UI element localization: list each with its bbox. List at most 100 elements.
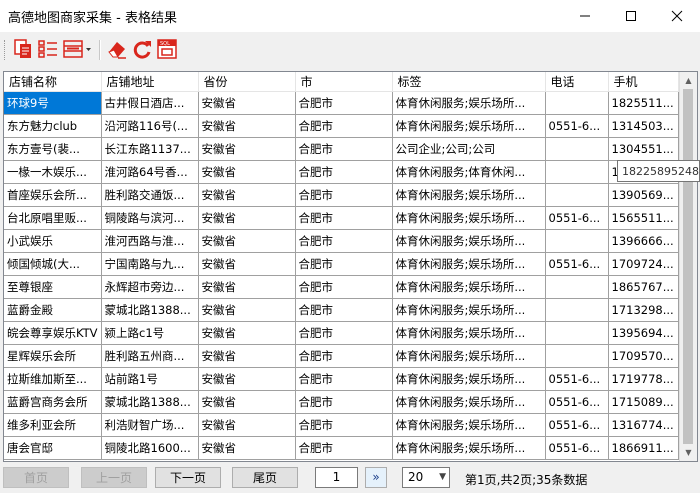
first-page-button[interactable]: 首页 [3,467,69,488]
table-cell[interactable]: 合肥市 [295,390,393,414]
table-row[interactable]: 拉斯维加斯至... 站前路1号 安徽省 合肥市 体育休闲服务;娱乐场所... 0551-6… [4,367,679,391]
table-cell[interactable]: 1709724... [608,252,679,276]
table-cell[interactable]: 0551-6... [545,252,609,276]
table-row[interactable]: 环球9号 古井假日酒店... 安徽省 合肥市 体育休闲服务;娱乐场所... 1825511… [4,91,679,115]
table-cell[interactable]: 台北原唱里贩... [4,206,102,230]
table-cell[interactable]: 1715089... [608,390,679,414]
table-cell[interactable]: 安徽省 [198,413,296,437]
table-cell[interactable]: 体育休闲服务;体育休闲... [392,160,546,184]
table-row[interactable]: 东方魅力club 沿河路116号(... 安徽省 合肥市 体育休闲服务;娱乐场所... 0… [4,114,679,138]
table-cell[interactable]: 安徽省 [198,344,296,368]
table-cell[interactable]: 体育休闲服务;娱乐场所... [392,298,546,322]
table-cell[interactable]: 1316774... [608,413,679,437]
table-row[interactable]: 小武娱乐 淮河西路与淮... 安徽省 合肥市 体育休闲服务;娱乐场所... 1396666… [4,229,679,253]
table-cell[interactable]: 安徽省 [198,321,296,345]
table-cell[interactable]: 沿河路116号(... [101,114,199,138]
table-cell[interactable]: 胜利路交通饭... [101,183,199,207]
table-cell[interactable]: 体育休闲服务;娱乐场所... [392,229,546,253]
table-cell[interactable]: 合肥市 [295,91,393,115]
table-cell[interactable]: 合肥市 [295,160,393,184]
table-cell[interactable]: 利浩财智广场... [101,413,199,437]
table-row[interactable]: 一椽一木娱乐... 淮河路64号香... 安徽省 合肥市 体育休闲服务;体育休闲... 1 [4,160,679,184]
table-cell[interactable]: 一椽一木娱乐... [4,160,102,184]
table-cell[interactable]: 体育休闲服务;娱乐场所... [392,275,546,299]
table-cell[interactable]: 1713298... [608,298,679,322]
table-cell[interactable]: 1395694... [608,321,679,345]
table-cell[interactable]: 淮河路64号香... [101,160,199,184]
page-size-select[interactable]: 20 ▼ [402,467,450,488]
table-cell[interactable]: 体育休闲服务;娱乐场所... [392,206,546,230]
table-cell[interactable]: 合肥市 [295,321,393,345]
column-header[interactable]: 店铺名称 [4,72,102,92]
table-cell[interactable]: 0551-6... [545,390,609,414]
table-cell[interactable]: 1866911... [608,436,679,460]
table-cell[interactable] [545,183,609,207]
table-row[interactable]: 东方壹号(裴... 长江东路1137... 安徽省 合肥市 公司企业;公司;公司 1304… [4,137,679,161]
table-cell[interactable]: 安徽省 [198,91,296,115]
table-cell[interactable]: 东方壹号(裴... [4,137,102,161]
table-cell[interactable]: 合肥市 [295,275,393,299]
sql-export-button[interactable]: SQL [156,38,178,60]
minimize-button[interactable] [562,0,608,32]
table-cell[interactable]: 环球9号 [4,91,102,115]
table-cell[interactable]: 胜利路五州商... [101,344,199,368]
table-cell[interactable]: 唐会官邸 [4,436,102,460]
table-row[interactable]: 台北原唱里贩... 铜陵路与滨河... 安徽省 合肥市 体育休闲服务;娱乐场所... 05… [4,206,679,230]
table-cell[interactable]: 体育休闲服务;娱乐场所... [392,413,546,437]
go-page-button[interactable]: » [365,467,387,488]
table-cell[interactable]: 安徽省 [198,367,296,391]
table-cell[interactable]: 合肥市 [295,229,393,253]
table-cell[interactable]: 0551-6... [545,436,609,460]
table-cell[interactable]: 东方魅力club [4,114,102,138]
table-cell[interactable]: 站前路1号 [101,367,199,391]
table-cell[interactable]: 皖会尊享娱乐KTV [4,321,102,345]
table-row[interactable]: 蓝爵金殿 蒙城北路1388... 安徽省 合肥市 体育休闲服务;娱乐场所... 17132… [4,298,679,322]
table-cell[interactable]: 安徽省 [198,436,296,460]
table-cell[interactable] [545,137,609,161]
table-cell[interactable]: 合肥市 [295,252,393,276]
table-cell[interactable]: 合肥市 [295,436,393,460]
table-row[interactable]: 首座娱乐会所... 胜利路交通饭... 安徽省 合肥市 体育休闲服务;娱乐场所... 13… [4,183,679,207]
table-cell[interactable] [545,321,609,345]
maximize-button[interactable] [608,0,654,32]
table-cell[interactable]: 蒙城北路1388... [101,390,199,414]
table-cell[interactable]: 倾国倾城(大... [4,252,102,276]
table-cell[interactable]: 1304551... [608,137,679,161]
table-cell[interactable]: 体育休闲服务;娱乐场所... [392,252,546,276]
table-row[interactable]: 蓝爵宫商务会所 蒙城北路1388... 安徽省 合肥市 体育休闲服务;娱乐场所... 05… [4,390,679,414]
column-header[interactable]: 市 [295,72,393,92]
table-cell[interactable]: 0551-6... [545,206,609,230]
refresh-button[interactable] [131,38,153,60]
table-cell[interactable]: 体育休闲服务;娱乐场所... [392,183,546,207]
results-grid[interactable]: 店铺名称 店铺地址 省份市标签 电话 手机 环球9号 古井假日酒店... 安徽省 合肥市 体育休… [3,71,698,462]
table-cell[interactable]: 1865767... [608,275,679,299]
table-cell[interactable]: 永辉超市旁边... [101,275,199,299]
page-number-input[interactable]: 1 [315,467,358,488]
table-cell[interactable] [545,344,609,368]
table-cell[interactable]: 1390569... [608,183,679,207]
table-cell[interactable]: 合肥市 [295,344,393,368]
table-cell[interactable] [545,298,609,322]
table-cell[interactable]: 铜陵北路1600... [101,436,199,460]
table-cell[interactable]: 安徽省 [198,229,296,253]
table-cell[interactable]: 1565511... [608,206,679,230]
table-cell[interactable]: 安徽省 [198,183,296,207]
table-cell[interactable]: 安徽省 [198,390,296,414]
table-cell[interactable]: 铜陵路与滨河... [101,206,199,230]
table-cell[interactable]: 合肥市 [295,413,393,437]
table-cell[interactable]: 长江东路1137... [101,137,199,161]
table-cell[interactable]: 淮河西路与淮... [101,229,199,253]
vertical-scrollbar[interactable]: ▲ ▼ [679,72,697,461]
table-row[interactable]: 皖会尊享娱乐KTV 颍上路c1号 安徽省 合肥市 体育休闲服务;娱乐场所... 13956… [4,321,679,345]
table-cell[interactable]: 体育休闲服务;娱乐场所... [392,436,546,460]
table-cell[interactable]: 1709570... [608,344,679,368]
table-cell[interactable]: 合肥市 [295,298,393,322]
column-header[interactable]: 电话 [545,72,609,92]
table-cell[interactable]: 0551-6... [545,367,609,391]
table-cell[interactable]: 安徽省 [198,252,296,276]
table-row[interactable]: 至尊银座 永辉超市旁边... 安徽省 合肥市 体育休闲服务;娱乐场所... 1865767… [4,275,679,299]
table-cell[interactable]: 宁国南路与九... [101,252,199,276]
table-cell[interactable]: 合肥市 [295,206,393,230]
table-cell[interactable]: 体育休闲服务;娱乐场所... [392,321,546,345]
last-page-button[interactable]: 尾页 [232,467,298,488]
